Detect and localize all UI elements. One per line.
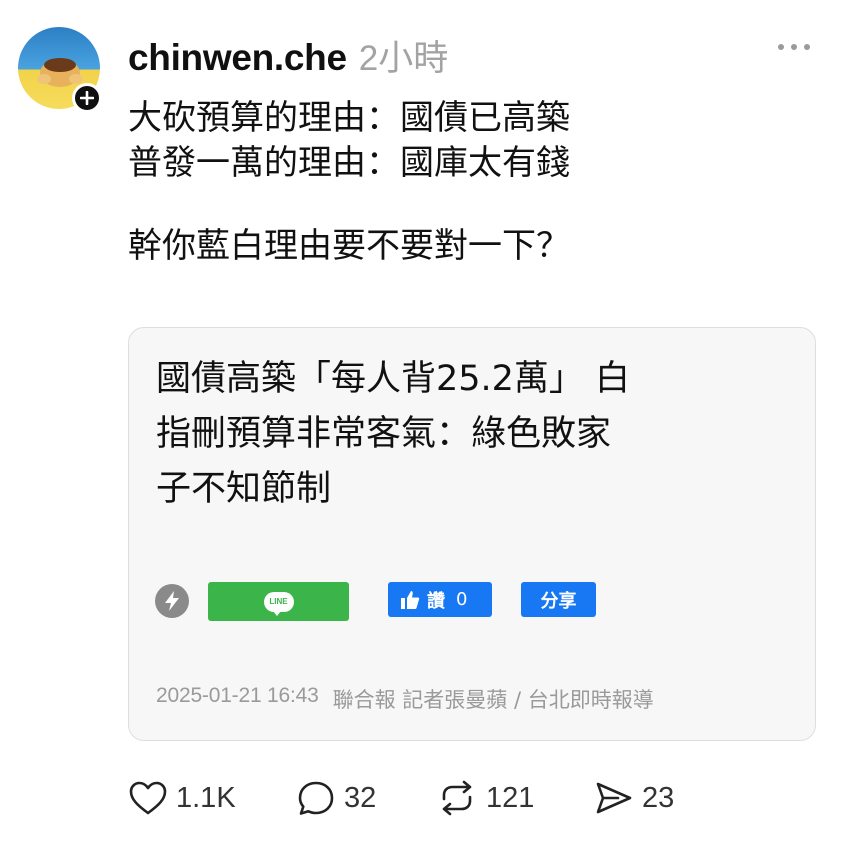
- comment-icon: [298, 781, 334, 815]
- repost-button[interactable]: 121: [436, 778, 534, 818]
- post-line: 大砍預算的理由：國債已高築: [128, 98, 570, 138]
- post-header: chinwen.che 2小時: [128, 30, 448, 78]
- post-line-blank: [128, 186, 570, 224]
- share-button[interactable]: 23: [594, 778, 674, 818]
- line-share-button[interactable]: LINE: [208, 582, 349, 621]
- like-label: 讚: [427, 590, 445, 612]
- share-count: 23: [642, 781, 675, 814]
- card-title: 國債高築「每人背25.2萬」 白 指刪預算非常客氣：綠色敗家 子不知節制: [156, 352, 786, 517]
- post-line: 普發一萬的理由：國庫太有錢: [128, 143, 570, 183]
- heart-icon: [129, 781, 167, 815]
- lightning-icon: [155, 584, 189, 618]
- card-title-line: 指刪預算非常客氣：綠色敗家: [156, 414, 612, 454]
- follow-button[interactable]: [72, 83, 102, 113]
- like-button[interactable]: 1.1K: [128, 778, 236, 818]
- like-count: 1.1K: [176, 781, 236, 814]
- repost-count: 121: [486, 781, 535, 814]
- line-icon: LINE: [263, 591, 294, 616]
- article-source: 聯合報 記者張曼蘋 / 台北即時報導: [332, 688, 654, 712]
- post-line: 幹你藍白理由要不要對一下？: [128, 226, 570, 266]
- send-icon: [596, 782, 632, 814]
- card-title-line: 子不知節制: [156, 469, 332, 509]
- facebook-share-button[interactable]: 分享: [521, 582, 596, 617]
- username[interactable]: chinwen.che: [128, 37, 347, 79]
- thumbs-up-icon: [401, 590, 420, 609]
- post-action-bar: 1.1K 32 121 23: [128, 778, 728, 818]
- more-icon[interactable]: [778, 40, 820, 54]
- card-title-line: 國債高築「每人背25.2萬」 白: [156, 359, 631, 399]
- facebook-like-button[interactable]: 讚 0: [388, 582, 492, 617]
- reply-count: 32: [344, 781, 377, 814]
- plus-icon: [80, 91, 94, 105]
- reply-button[interactable]: 32: [296, 778, 376, 818]
- repost-icon: [442, 780, 472, 816]
- link-preview-card[interactable]: 國債高築「每人背25.2萬」 白 指刪預算非常客氣：綠色敗家 子不知節制 LIN…: [128, 327, 816, 741]
- like-count: 0: [456, 589, 468, 610]
- post-timestamp: 2小時: [358, 39, 449, 78]
- card-meta: 2025-01-21 16:43 聯合報 記者張曼蘋 / 台北即時報導: [156, 684, 654, 714]
- article-date: 2025-01-21 16:43: [156, 684, 319, 707]
- post-body: 大砍預算的理由：國債已高築 普發一萬的理由：國庫太有錢 幹你藍白理由要不要對一下…: [128, 96, 570, 269]
